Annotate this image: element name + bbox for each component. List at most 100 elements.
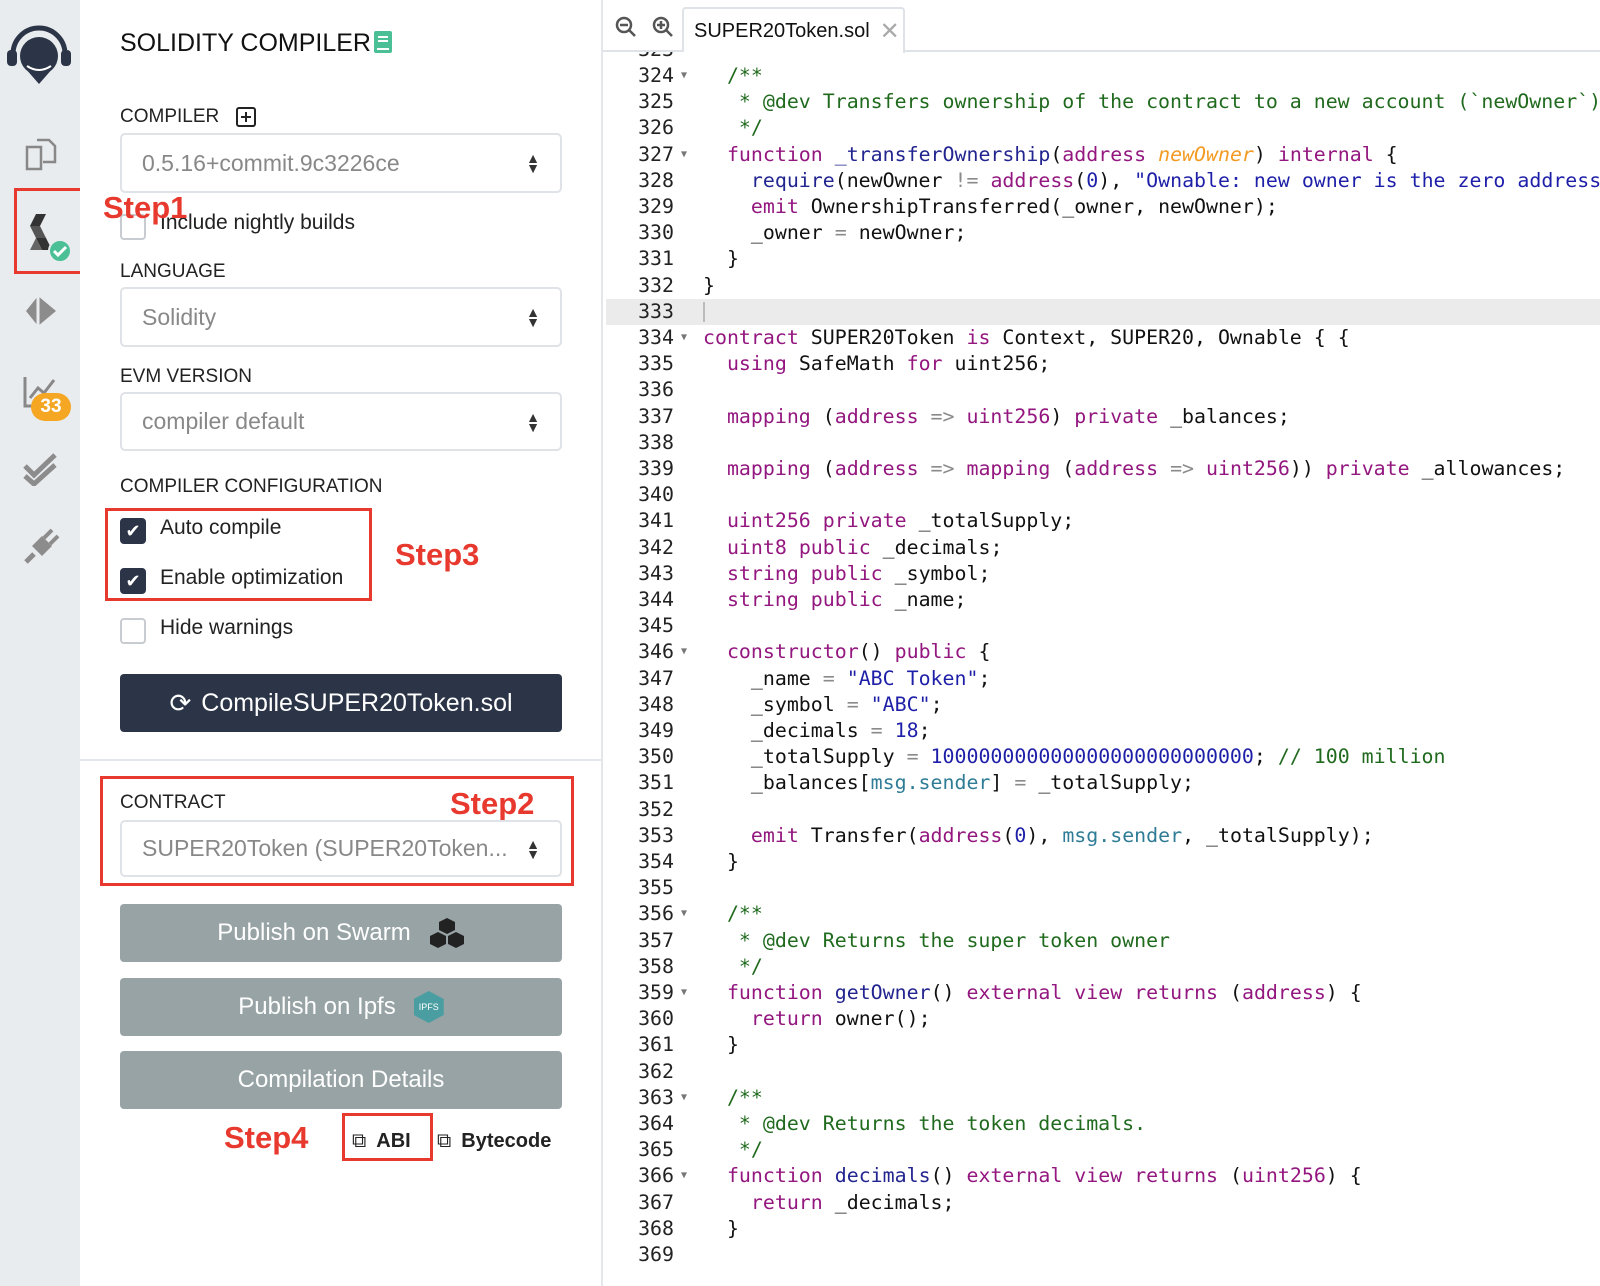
line-number: 342 (638, 535, 674, 559)
contract-select[interactable]: SUPER20Token (SUPER20Token... ▲ ▼ (120, 820, 562, 877)
line-number: 340 (638, 483, 674, 507)
line-number: 352 (638, 797, 674, 821)
copy-bytecode-button[interactable]: ⧉ Bytecode (437, 1130, 551, 1153)
code-line: 357 * @dev Returns the super token owner (606, 928, 1600, 954)
line-number: 345 (638, 614, 674, 638)
hide-warnings-checkbox[interactable] (120, 618, 146, 644)
line-number: 327 (638, 142, 674, 166)
code-line: 343 string public _symbol; (606, 561, 1600, 587)
code-token: using (726, 352, 787, 376)
code-token: } (703, 247, 739, 271)
code-token: function (726, 142, 823, 166)
add-compiler-plus-icon[interactable] (236, 107, 256, 127)
code-token: uint256; (942, 352, 1051, 376)
zoom-in-icon[interactable] (651, 15, 675, 39)
code-token: */ (703, 954, 763, 978)
close-tab-icon[interactable]: ✕ (880, 17, 900, 46)
code-line: 364 * @dev Returns the token decimals. (606, 1111, 1600, 1137)
code-token: mapping (966, 457, 1051, 480)
code-token: _totalSupply (703, 745, 907, 769)
code-token: "Ownable: new owner is the zero address" (1134, 168, 1600, 192)
fold-arrow-icon[interactable]: ▼ (681, 325, 687, 351)
code-token: address (834, 457, 919, 480)
compilation-details-button[interactable]: Compilation Details (120, 1051, 562, 1109)
line-number: 344 (638, 588, 674, 611)
code-token: _balances; (1158, 404, 1290, 428)
code-token: private (1325, 457, 1410, 480)
evm-version-label: EVM VERSION (120, 366, 252, 387)
compile-button[interactable]: ⟳ CompileSUPER20Token.sol (120, 674, 562, 732)
code-line: 348 _symbol = "ABC"; (606, 692, 1600, 718)
code-line: 327 ▼ function _transferOwnership(address… (606, 142, 1600, 168)
file-explorer-icon[interactable] (24, 137, 58, 171)
fold-arrow-icon[interactable]: ▼ (681, 1163, 687, 1189)
auto-compile-checkbox[interactable]: ✔ (120, 518, 146, 544)
code-text: string public _name; (703, 587, 967, 613)
line-number: 328 (638, 168, 674, 192)
line-number: 337 (638, 404, 674, 428)
code-text: _symbol = "ABC"; (703, 692, 943, 718)
remix-logo-icon[interactable] (5, 24, 73, 86)
code-token: = (822, 666, 835, 690)
fold-arrow-icon[interactable]: ▼ (681, 639, 687, 665)
solidity-compiler-icon[interactable] (26, 212, 74, 264)
publish-swarm-button[interactable]: Publish on Swarm (120, 904, 562, 962)
code-token: Context, SUPER20, Ownable { { (990, 326, 1350, 349)
file-tab-super20token[interactable]: SUPER20Token.sol ✕ (682, 7, 905, 53)
code-text: require(newOwner != address(0), "Ownable… (703, 168, 1600, 194)
code-token: = (846, 692, 859, 716)
code-token: ( (1050, 457, 1075, 480)
code-token: Transfer( (798, 823, 919, 847)
code-token: newOwner (1158, 142, 1254, 166)
code-line: 342 uint8 public _decimals; (606, 535, 1600, 561)
code-line: 354 } (606, 849, 1600, 875)
plugin-manager-icon[interactable] (22, 528, 60, 566)
documentation-book-icon[interactable] (374, 31, 392, 53)
evm-version-select[interactable]: compiler default ▲ ▼ (120, 392, 562, 451)
deploy-run-icon[interactable] (22, 292, 60, 330)
code-line: 324 ▼ /** (606, 63, 1600, 89)
copy-abi-button[interactable]: ⧉ ABI (352, 1130, 411, 1153)
code-token: constructor (726, 640, 859, 664)
code-token: (newOwner (834, 168, 955, 192)
fold-arrow-icon[interactable]: ▼ (681, 142, 687, 168)
code-token: SUPER20Token (798, 326, 967, 349)
language-select[interactable]: Solidity ▲ ▼ (120, 287, 562, 347)
publish-ipfs-button[interactable]: Publish on Ipfs IPFS (120, 978, 562, 1036)
code-token: msg.sender (1062, 823, 1183, 847)
zoom-out-icon[interactable] (614, 15, 638, 39)
code-token: ; (930, 692, 943, 716)
code-token: ; (1253, 745, 1278, 769)
step3-annotation: Step3 (395, 537, 480, 572)
fold-arrow-icon[interactable]: ▼ (681, 980, 687, 1006)
compiler-version-select[interactable]: 0.5.16+commit.9c3226ce ▲ ▼ (120, 133, 562, 193)
code-token: ( (1218, 1164, 1242, 1188)
fold-arrow-icon[interactable]: ▼ (681, 1085, 687, 1111)
fold-arrow-icon[interactable]: ▼ (681, 901, 687, 927)
abi-label: ABI (376, 1130, 411, 1152)
code-text: _decimals = 18; (703, 718, 931, 744)
code-token: )) (1289, 457, 1326, 480)
line-number: 346 (638, 640, 674, 664)
code-token: newOwner; (846, 221, 967, 245)
fold-arrow-icon[interactable]: ▼ (681, 63, 687, 89)
code-editor[interactable]: 323324▼ /**325 * @dev Transfers ownershi… (606, 52, 1600, 1286)
code-token: return (750, 1190, 823, 1214)
code-token: for (906, 352, 943, 376)
testing-icon[interactable] (22, 452, 60, 486)
enable-optimization-checkbox[interactable]: ✔ (120, 568, 146, 594)
code-text: } (703, 1216, 739, 1242)
code-token: is (966, 326, 991, 349)
